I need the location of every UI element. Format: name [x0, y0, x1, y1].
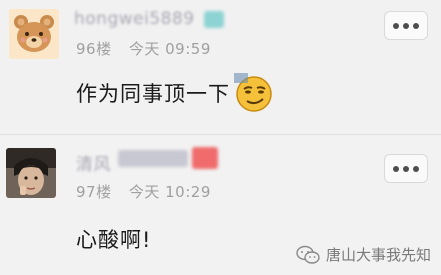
avatar[interactable] — [9, 9, 59, 59]
more-dots-icon — [403, 22, 409, 29]
comment-text: 作为同事顶一下 — [76, 82, 230, 106]
comment-item: hongwei5889 96楼 今天 09:59 作为同事顶一下 — [0, 0, 441, 136]
blurred-badge — [192, 147, 218, 169]
bear-avatar-icon — [9, 9, 59, 59]
more-dots-icon — [413, 165, 419, 172]
watermark-text: 唐山大事我先知 — [325, 246, 431, 264]
more-dots-icon — [413, 22, 419, 29]
smirk-emoji-icon — [234, 73, 274, 113]
comment-meta: 97楼 今天 10:29 — [76, 181, 223, 202]
more-menu-button[interactable] — [384, 11, 428, 40]
floor-number: 97楼 — [76, 183, 112, 201]
blurred-badge — [204, 11, 224, 28]
floor-number: 96楼 — [76, 40, 112, 58]
wechat-icon — [296, 245, 320, 264]
watermark: 唐山大事我先知 — [296, 244, 431, 265]
username[interactable]: 清风 — [76, 150, 111, 175]
comment-meta: 96楼 今天 09:59 — [76, 38, 223, 59]
comment-text: 心酸啊! — [76, 228, 152, 252]
more-dots-icon — [393, 22, 399, 29]
blurred-username-extra — [118, 150, 188, 167]
divider — [0, 134, 441, 135]
avatar[interactable] — [6, 148, 56, 198]
timestamp: 今天 10:29 — [128, 183, 211, 201]
person-avatar-icon — [6, 148, 56, 198]
more-menu-button[interactable] — [384, 154, 428, 183]
more-dots-icon — [403, 165, 409, 172]
more-dots-icon — [393, 165, 399, 172]
username[interactable]: hongwei5889 — [74, 9, 195, 29]
timestamp: 今天 09:59 — [128, 40, 211, 58]
